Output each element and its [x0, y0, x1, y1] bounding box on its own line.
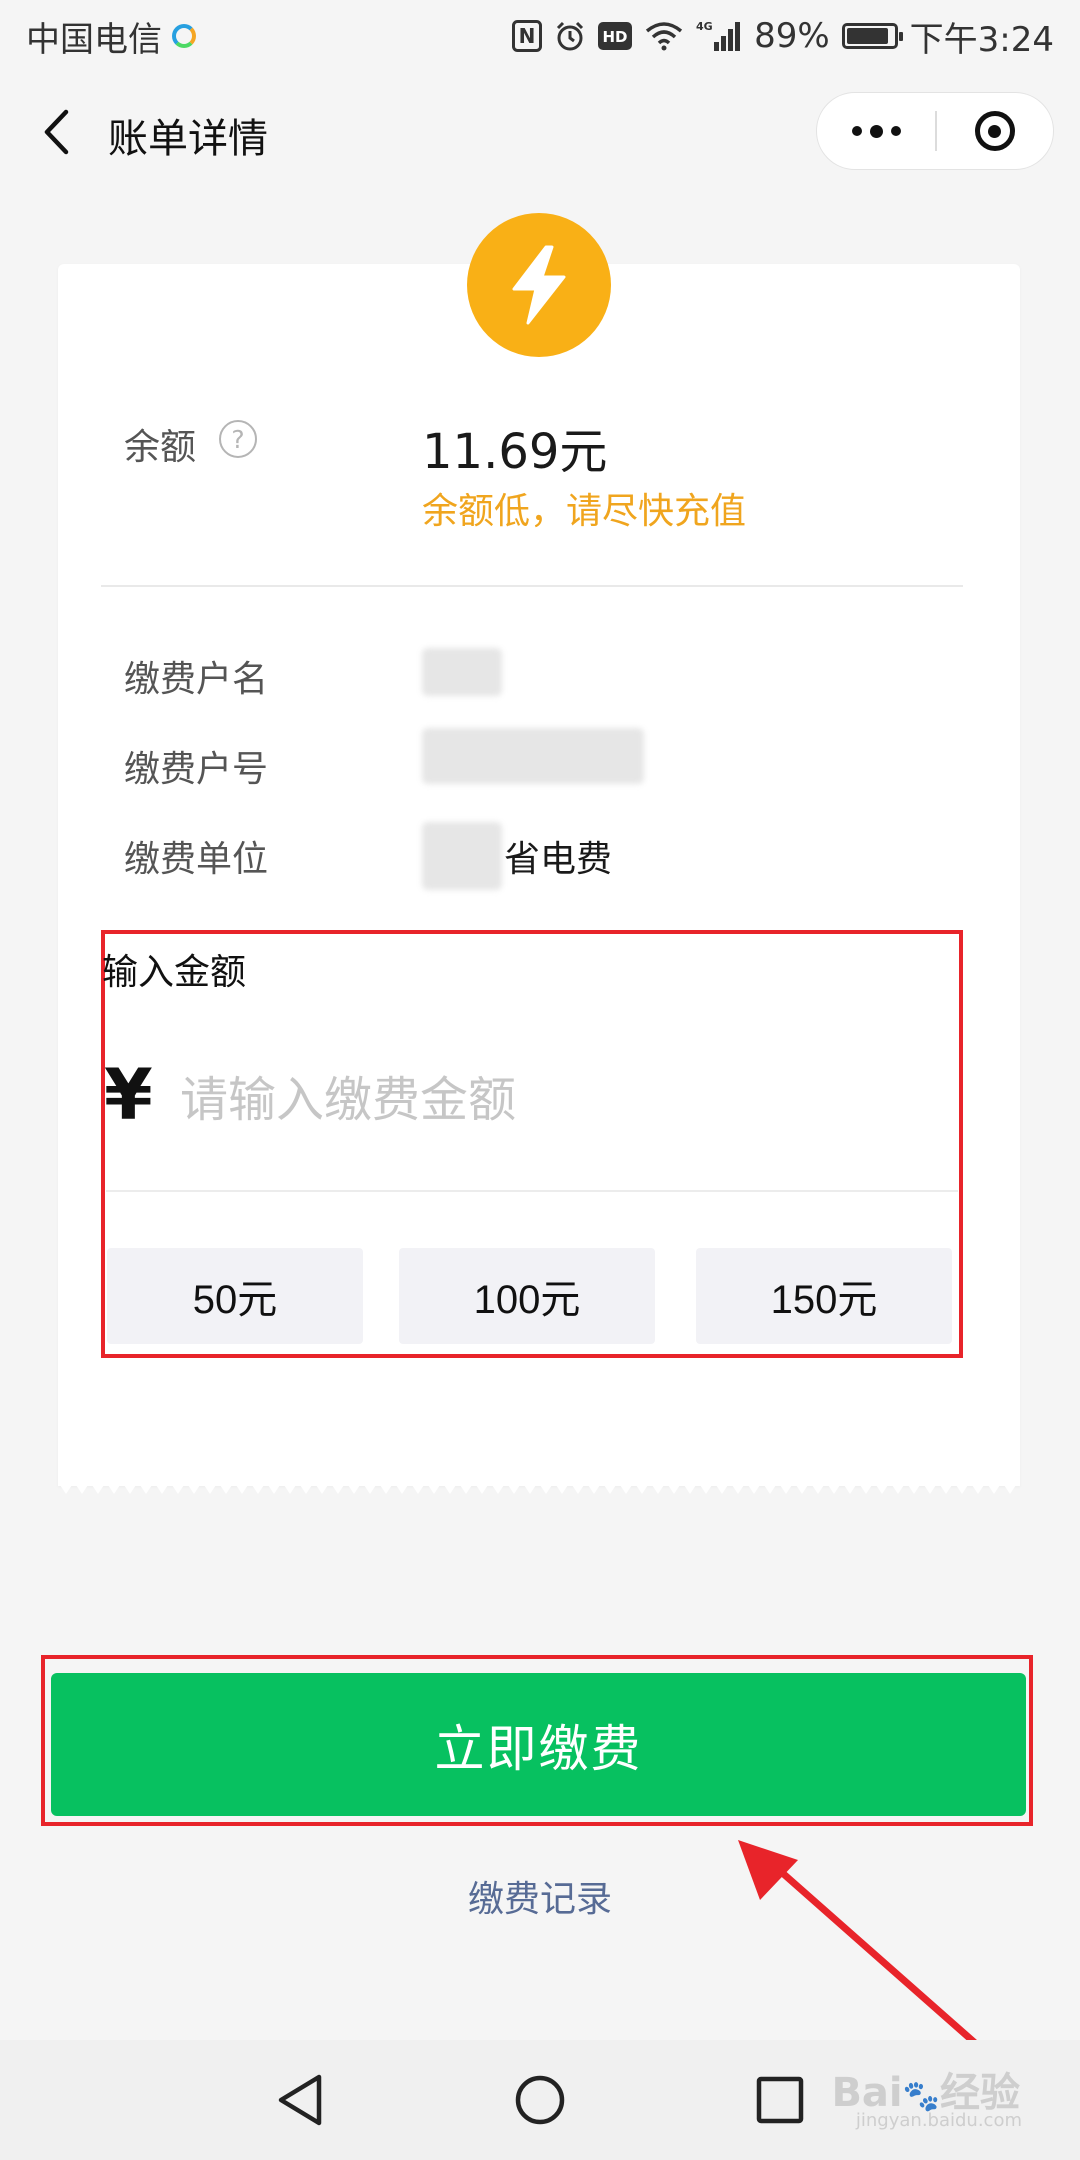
quick-amount-50[interactable]: 50元	[107, 1248, 363, 1344]
status-bar: 中国电信 N HD 4G 89% 下午3:24	[0, 0, 1080, 72]
page-title: 账单详情	[108, 116, 268, 162]
balance-warning: 余额低，请尽快充值	[422, 491, 747, 532]
nav-bar: 账单详情	[0, 72, 1080, 192]
chevron-left-icon	[44, 109, 69, 155]
close-mini-program-button[interactable]	[937, 93, 1054, 169]
back-button[interactable]	[26, 100, 86, 164]
wifi-icon	[644, 21, 684, 51]
square-recents-icon	[756, 2076, 804, 2124]
mini-program-capsule	[816, 92, 1054, 170]
hd-icon: HD	[598, 22, 633, 50]
help-question-icon[interactable]: ?	[219, 420, 257, 458]
receipt-edge	[58, 1482, 1020, 1494]
nfc-icon: N	[512, 20, 543, 52]
pay-now-button[interactable]: 立即缴费	[51, 1673, 1026, 1816]
svg-text:4G: 4G	[696, 20, 713, 33]
more-button[interactable]	[817, 93, 935, 169]
target-close-icon	[974, 111, 1015, 151]
battery-percent: 89%	[754, 16, 830, 56]
account-number-label: 缴费户号	[124, 749, 269, 790]
signal-icon: 4G	[696, 20, 742, 52]
carrier-app-icon	[172, 24, 196, 48]
annotation-arrow-icon	[738, 1840, 1004, 2069]
quick-amount-150[interactable]: 150元	[696, 1248, 952, 1344]
quick-amount-100[interactable]: 100元	[399, 1248, 655, 1344]
input-underline	[106, 1190, 958, 1192]
circle-home-icon	[515, 2075, 565, 2125]
unit-value: 省电费	[504, 839, 613, 880]
battery-icon	[841, 23, 903, 49]
divider	[101, 585, 963, 587]
currency-symbol: ¥	[104, 1054, 153, 1136]
unit-region-redacted	[422, 822, 502, 890]
account-name-redacted	[422, 648, 502, 696]
watermark-domain: jingyan.baidu.com	[855, 2110, 1022, 2131]
account-name-label: 缴费户名	[124, 659, 269, 700]
more-dots-icon	[851, 126, 862, 136]
payment-history-label: 缴费记录	[467, 1879, 612, 1920]
amount-input[interactable]	[180, 1060, 920, 1140]
amount-title: 输入金额	[102, 952, 247, 993]
system-home-button[interactable]	[510, 2070, 570, 2130]
balance-label: 余额	[124, 427, 197, 468]
svg-text:HD: HD	[603, 28, 628, 46]
triangle-back-icon	[278, 2074, 322, 2126]
svg-text:N: N	[519, 24, 536, 48]
clock: 下午3:24	[909, 19, 1054, 60]
account-number-redacted	[422, 728, 644, 784]
system-back-button[interactable]	[270, 2070, 330, 2130]
electricity-bolt-icon	[467, 213, 611, 357]
alarm-icon	[554, 20, 586, 52]
balance-value: 11.69元	[422, 424, 608, 480]
carrier-name: 中国电信	[26, 19, 162, 60]
unit-label: 缴费单位	[124, 839, 269, 880]
system-recents-button[interactable]	[750, 2070, 810, 2130]
